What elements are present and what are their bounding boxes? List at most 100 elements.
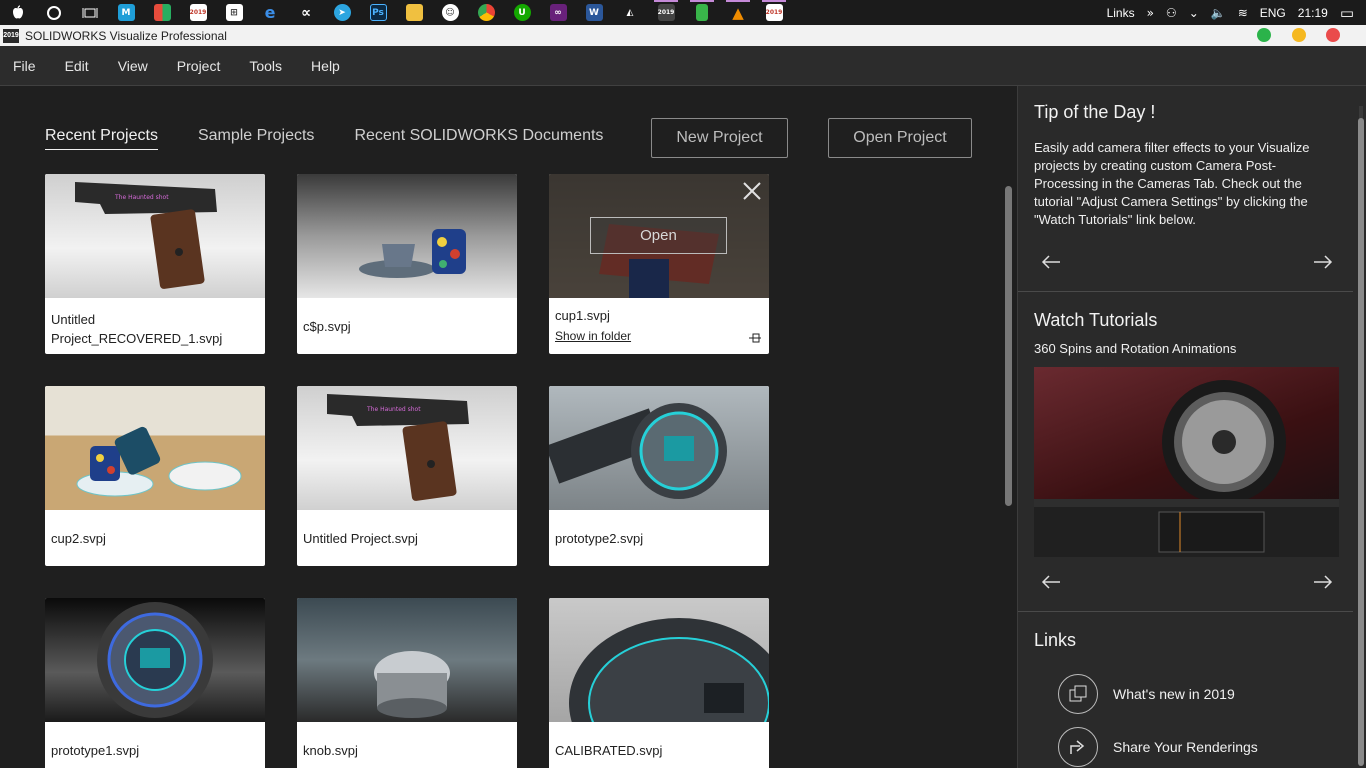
projects-scrollbar[interactable] <box>1005 186 1012 506</box>
project-thumbnail <box>297 174 517 298</box>
people-icon[interactable]: ⚇ <box>1166 6 1177 20</box>
task-view-icon[interactable] <box>72 0 108 25</box>
project-card-hovered[interactable]: Open cup1.svpj Show in folder <box>549 174 769 354</box>
tab-recent-projects[interactable]: Recent Projects <box>45 127 158 150</box>
pin-icon[interactable] <box>749 332 761 344</box>
infinity-icon[interactable]: ∝ <box>288 0 324 25</box>
solidworks-badge-icon[interactable]: 2019 <box>180 0 216 25</box>
menu-help[interactable]: Help <box>311 58 340 74</box>
menu-tools[interactable]: Tools <box>249 58 282 74</box>
project-name: CALIBRATED.svpj <box>555 743 663 758</box>
wifi-icon[interactable]: ≋ <box>1238 6 1248 20</box>
close-icon[interactable] <box>741 180 763 202</box>
green-pipe-icon[interactable] <box>684 0 720 25</box>
open-button[interactable]: Open <box>590 217 727 254</box>
project-name: cup1.svpj <box>555 308 610 323</box>
malwarebytes-icon[interactable]: M <box>108 0 144 25</box>
project-card[interactable]: The Haunted shot Untitled Project.svpj <box>297 386 517 566</box>
tip-text: Easily add camera filter effects to your… <box>1034 140 1310 227</box>
menu-project[interactable]: Project <box>177 58 221 74</box>
scrollbar-thumb[interactable] <box>1358 118 1364 766</box>
minimize-button[interactable] <box>1292 28 1306 42</box>
panel-scrollbar[interactable] <box>1358 106 1364 766</box>
project-card[interactable]: prototype1.svpj <box>45 598 265 768</box>
project-thumbnail <box>549 386 769 510</box>
project-card[interactable]: CALIBRATED.svpj <box>549 598 769 768</box>
tip-prev-arrow-icon[interactable] <box>1040 254 1062 270</box>
project-name: prototype2.svpj <box>555 531 644 546</box>
media-icon[interactable]: ☺ <box>432 0 468 25</box>
share-icon <box>1058 727 1098 767</box>
whats-new-link[interactable]: What's new in 2019 <box>1058 674 1235 714</box>
tab-sample-projects[interactable]: Sample Projects <box>198 127 315 150</box>
tutorials-heading: Watch Tutorials <box>1034 310 1158 330</box>
project-name: Untitled Project_RECOVERED_1.svpj <box>51 312 223 346</box>
volume-icon[interactable]: 🔈 <box>1211 6 1226 20</box>
project-thumbnail <box>549 598 769 722</box>
open-project-button[interactable]: Open Project <box>828 118 972 158</box>
tutorial-next-arrow-icon[interactable] <box>1312 574 1334 590</box>
share-renderings-label: Share Your Renderings <box>1113 739 1258 755</box>
project-card[interactable]: cup2.svpj <box>45 386 265 566</box>
photoshop-icon[interactable]: Ps <box>360 0 396 25</box>
title-bar: 2019 SOLIDWORKS Visualize Professional <box>0 25 1366 46</box>
project-thumbnail: The Haunted shot <box>45 174 265 298</box>
file-explorer-icon[interactable] <box>396 0 432 25</box>
project-name: c$p.svpj <box>303 319 351 334</box>
unity-icon[interactable]: ◭ <box>612 0 648 25</box>
project-thumbnail <box>297 598 517 722</box>
project-name: prototype1.svpj <box>51 743 140 758</box>
menu-file[interactable]: File <box>13 58 36 74</box>
edge-icon[interactable]: e <box>252 0 288 25</box>
upwork-icon[interactable]: U <box>504 0 540 25</box>
close-button[interactable] <box>1326 28 1340 42</box>
taskbar: M 2019 ⊞ e ∝ ➤ Ps ☺ U ∞ W ◭ 2019 ▲ 2019 … <box>0 0 1366 25</box>
project-name: cup2.svpj <box>51 531 106 546</box>
project-card[interactable]: knob.svpj <box>297 598 517 768</box>
chevron-right-icon[interactable]: » <box>1147 6 1154 20</box>
divider <box>1018 611 1353 612</box>
telegram-icon[interactable]: ➤ <box>324 0 360 25</box>
project-thumbnail <box>45 598 265 722</box>
show-in-folder-link[interactable]: Show in folder <box>555 329 631 343</box>
notifications-icon[interactable]: ▭ <box>1340 4 1354 22</box>
fullscreen-button[interactable] <box>1257 28 1271 42</box>
solidworks-2019-icon[interactable]: 2019 <box>756 0 792 25</box>
whats-new-label: What's new in 2019 <box>1113 686 1235 702</box>
tutorial-video-thumbnail[interactable] <box>1034 367 1339 557</box>
menu-edit[interactable]: Edit <box>65 58 89 74</box>
links-heading: Links <box>1034 630 1077 650</box>
tutorial-prev-arrow-icon[interactable] <box>1040 574 1062 590</box>
chrome-icon[interactable] <box>468 0 504 25</box>
project-card[interactable]: c$p.svpj <box>297 174 517 354</box>
chevron-up-icon[interactable]: ⌄ <box>1189 6 1199 20</box>
menu-bar: File Edit View Project Tools Help <box>0 46 1366 86</box>
visualize-taskbar-icon[interactable]: 2019 <box>648 0 684 25</box>
visual-studio-icon[interactable]: ∞ <box>540 0 576 25</box>
store-icon[interactable]: ⊞ <box>216 0 252 25</box>
clock[interactable]: 21:19 <box>1298 6 1328 20</box>
apple-icon[interactable] <box>0 0 36 25</box>
project-card[interactable]: The Haunted shot Untitled Project_RECOVE… <box>45 174 265 354</box>
svg-text:The Haunted shot: The Haunted shot <box>366 406 421 413</box>
project-tabs: Recent Projects Sample Projects Recent S… <box>45 127 603 150</box>
new-project-button[interactable]: New Project <box>651 118 788 158</box>
vlc-icon[interactable]: ▲ <box>720 0 756 25</box>
cortana-icon[interactable] <box>36 0 72 25</box>
share-renderings-link[interactable]: Share Your Renderings <box>1058 727 1258 767</box>
project-thumbnail: The Haunted shot <box>297 386 517 510</box>
system-tray: Links » ⚇ ⌄ 🔈 ≋ ENG 21:19 ▭ <box>1107 0 1366 25</box>
menu-view[interactable]: View <box>118 58 148 74</box>
links-toolbar[interactable]: Links <box>1107 6 1135 20</box>
divider <box>1018 291 1353 292</box>
start-page: Recent Projects Sample Projects Recent S… <box>0 86 1017 768</box>
svg-text:The Haunted shot: The Haunted shot <box>114 194 169 201</box>
language-indicator[interactable]: ENG <box>1260 6 1286 20</box>
project-card[interactable]: prototype2.svpj <box>549 386 769 566</box>
tutorial-title[interactable]: 360 Spins and Rotation Animations <box>1034 340 1339 358</box>
tab-recent-solidworks-documents[interactable]: Recent SOLIDWORKS Documents <box>354 127 603 150</box>
word-icon[interactable]: W <box>576 0 612 25</box>
tip-heading: Tip of the Day ! <box>1034 102 1156 122</box>
office-icon[interactable] <box>144 0 180 25</box>
tip-next-arrow-icon[interactable] <box>1312 254 1334 270</box>
